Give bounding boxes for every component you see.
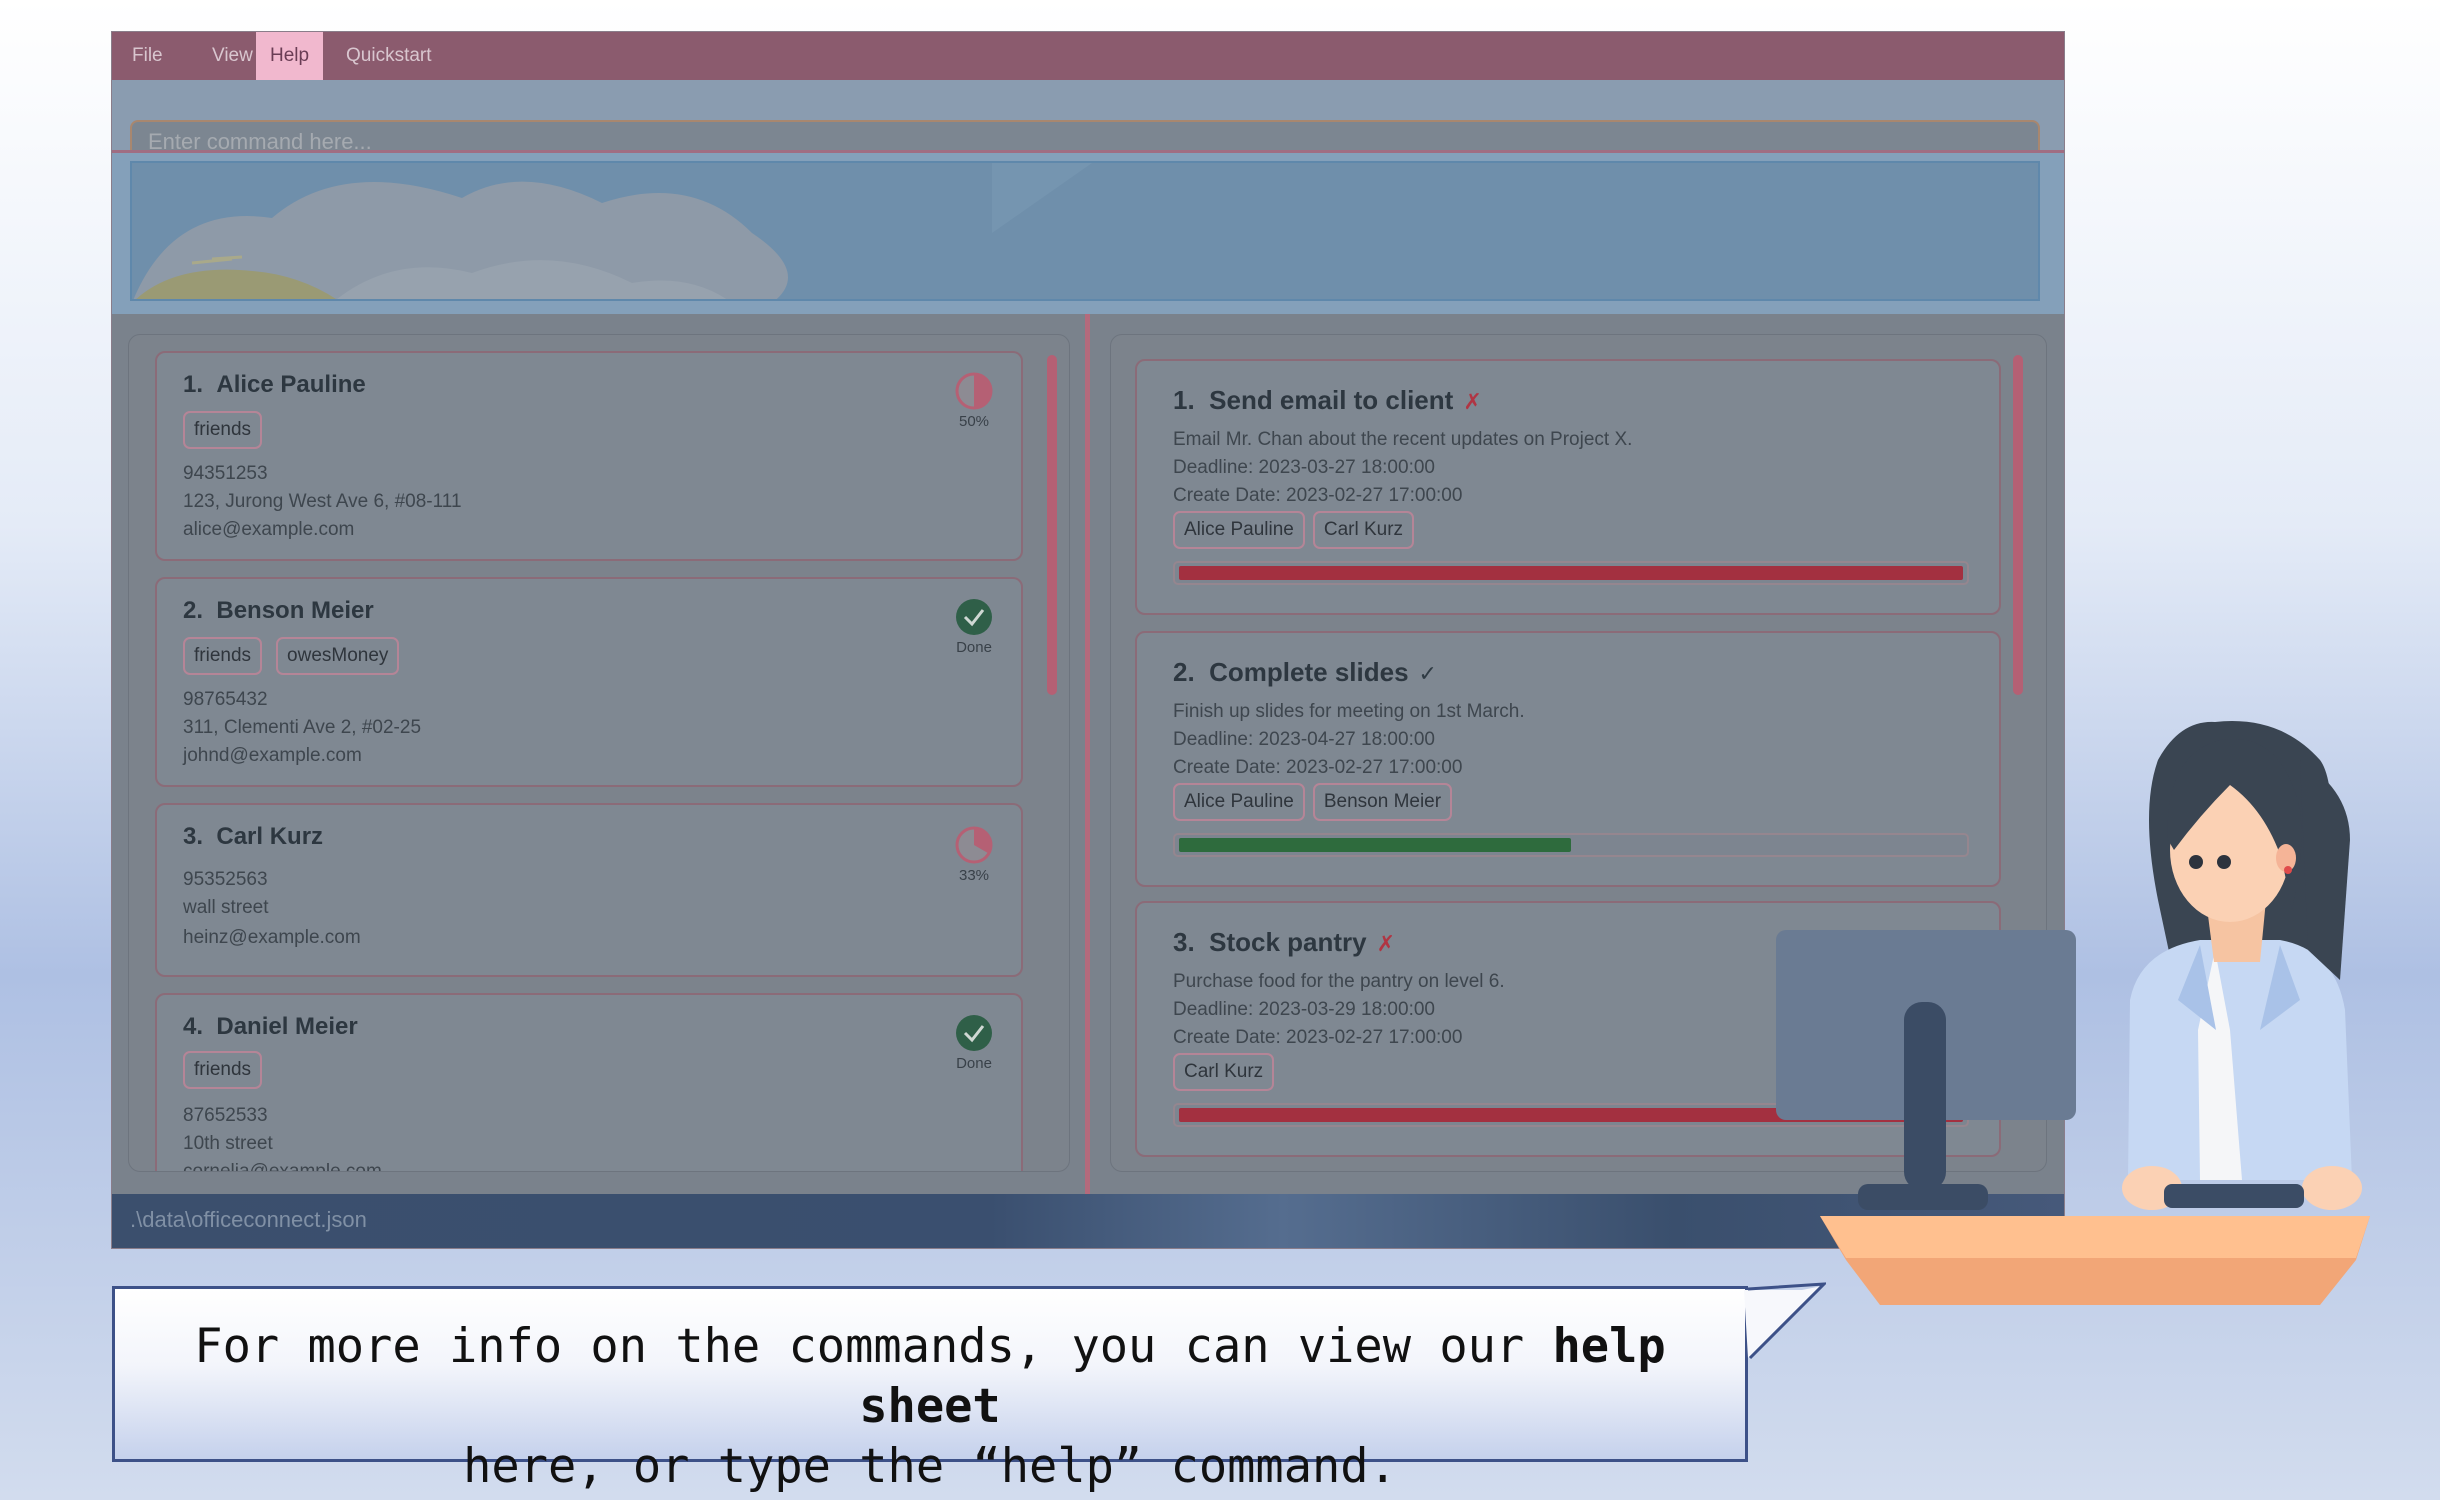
person-email: alice@example.com bbox=[183, 519, 355, 540]
menu-bar: File View Help Quickstart bbox=[112, 32, 2064, 81]
third-pie-icon bbox=[955, 826, 993, 864]
task-title: 2. Complete slides ✓ bbox=[1173, 657, 1437, 687]
cross-icon: ✗ bbox=[1463, 389, 1482, 414]
person-name: 2. Benson Meier bbox=[183, 597, 374, 624]
person-email: johnd@example.com bbox=[183, 745, 362, 766]
task-progress-bar bbox=[1173, 561, 1969, 585]
task-assignees: Alice Pauline Carl Kurz bbox=[1173, 511, 1422, 549]
tag: friends bbox=[183, 637, 263, 675]
person-status-label: 50% bbox=[958, 413, 990, 430]
assignee-tag: Carl Kurz bbox=[1312, 511, 1415, 549]
task-deadline: Deadline: 2023-04-27 18:00:00 bbox=[1173, 729, 1435, 750]
person-name: 1. Alice Pauline bbox=[183, 371, 366, 398]
person-email: heinz@example.com bbox=[183, 927, 361, 948]
result-display bbox=[130, 161, 2040, 301]
task-deadline: Deadline: 2023-03-29 18:00:00 bbox=[1173, 999, 1435, 1020]
person-phone: 87652533 bbox=[183, 1105, 268, 1126]
task-create-date: Create Date: 2023-02-27 17:00:00 bbox=[1173, 485, 1463, 506]
menu-quickstart[interactable]: Quickstart bbox=[332, 32, 446, 80]
person-card[interactable]: 3. Carl Kurz 95352563 wall street heinz@… bbox=[155, 803, 1023, 977]
person-tags: friends owesMoney bbox=[183, 637, 413, 675]
half-pie-icon bbox=[955, 372, 993, 410]
person-tags: friends bbox=[183, 1051, 276, 1089]
sky-background-image bbox=[132, 163, 2038, 299]
person-status-label: Done bbox=[956, 639, 992, 656]
task-description: Purchase food for the pantry on level 6. bbox=[1173, 971, 1505, 992]
person-list-panel: 1. Alice Pauline friends 94351253 123, J… bbox=[112, 314, 1085, 1194]
assignee-tag: Benson Meier bbox=[1312, 783, 1453, 821]
help-speech-bubble: For more info on the commands, you can v… bbox=[112, 1286, 1748, 1494]
person-status-label: Done bbox=[956, 1055, 992, 1072]
person-list[interactable]: 1. Alice Pauline friends 94351253 123, J… bbox=[128, 334, 1070, 1172]
person-address: wall street bbox=[183, 897, 269, 918]
person-tags: friends bbox=[183, 411, 276, 449]
assignee-tag: Carl Kurz bbox=[1173, 1053, 1275, 1091]
person-address: 311, Clementi Ave 2, #02-25 bbox=[183, 717, 422, 738]
task-title: 3. Stock pantry ✗ bbox=[1173, 927, 1396, 957]
task-create-date: Create Date: 2023-02-27 17:00:00 bbox=[1173, 1027, 1463, 1048]
task-card[interactable]: 1. Send email to client ✗ Email Mr. Chan … bbox=[1135, 359, 2001, 615]
person-card[interactable]: 2. Benson Meier friends owesMoney 9876543… bbox=[155, 577, 1023, 787]
task-title: 1. Send email to client ✗ bbox=[1173, 385, 1482, 415]
task-description: Finish up slides for meeting on 1st Marc… bbox=[1173, 701, 1525, 722]
task-create-date: Create Date: 2023-02-27 17:00:00 bbox=[1173, 757, 1463, 778]
assignee-tag: Alice Pauline bbox=[1173, 783, 1305, 821]
check-circle-icon bbox=[956, 1015, 992, 1051]
person-card[interactable]: 4. Daniel Meier friends 87652533 10th st… bbox=[155, 993, 1023, 1172]
person-list-scrollbar[interactable] bbox=[1047, 355, 1057, 695]
help-message-line2: here, or type the “help” command. bbox=[463, 1439, 1397, 1494]
tag: friends bbox=[183, 1051, 263, 1089]
task-list-scrollbar[interactable] bbox=[2013, 355, 2023, 695]
person-card[interactable]: 1. Alice Pauline friends 94351253 123, J… bbox=[155, 351, 1023, 561]
task-assignees: Alice Pauline Benson Meier bbox=[1173, 783, 1460, 821]
save-file-path: .\data\officeconnect.json bbox=[130, 1207, 367, 1232]
task-deadline: Deadline: 2023-03-27 18:00:00 bbox=[1173, 457, 1435, 478]
person-status-label: 33% bbox=[958, 867, 990, 884]
task-progress-fill bbox=[1179, 566, 1963, 580]
person-phone: 94351253 bbox=[183, 463, 268, 484]
help-message-line1: For more info on the commands, you can v… bbox=[194, 1319, 1666, 1434]
person-address: 123, Jurong West Ave 6, #08-111 bbox=[183, 491, 462, 512]
task-assignees: Carl Kurz bbox=[1173, 1053, 1282, 1091]
menu-file[interactable]: File bbox=[118, 32, 177, 80]
menu-help[interactable]: Help bbox=[256, 32, 324, 80]
speech-bubble-tail bbox=[1744, 1282, 1826, 1360]
tag: friends bbox=[183, 411, 263, 449]
check-icon: ✓ bbox=[1418, 661, 1437, 686]
person-phone: 95352563 bbox=[183, 869, 268, 890]
person-email: cornelia@example.com bbox=[183, 1161, 382, 1172]
person-phone: 98765432 bbox=[183, 689, 268, 710]
tag: owesMoney bbox=[276, 637, 400, 675]
task-description: Email Mr. Chan about the recent updates … bbox=[1173, 429, 1633, 450]
cross-icon: ✗ bbox=[1376, 931, 1396, 956]
help-message: For more info on the commands, you can v… bbox=[115, 1317, 1745, 1497]
office-worker-illustration bbox=[1776, 721, 2370, 1305]
check-circle-icon bbox=[956, 599, 992, 635]
person-address: 10th street bbox=[183, 1133, 273, 1154]
task-progress-fill bbox=[1179, 838, 1571, 852]
person-name: 4. Daniel Meier bbox=[183, 1013, 358, 1040]
person-name: 3. Carl Kurz bbox=[183, 823, 324, 850]
assignee-tag: Alice Pauline bbox=[1173, 511, 1305, 549]
